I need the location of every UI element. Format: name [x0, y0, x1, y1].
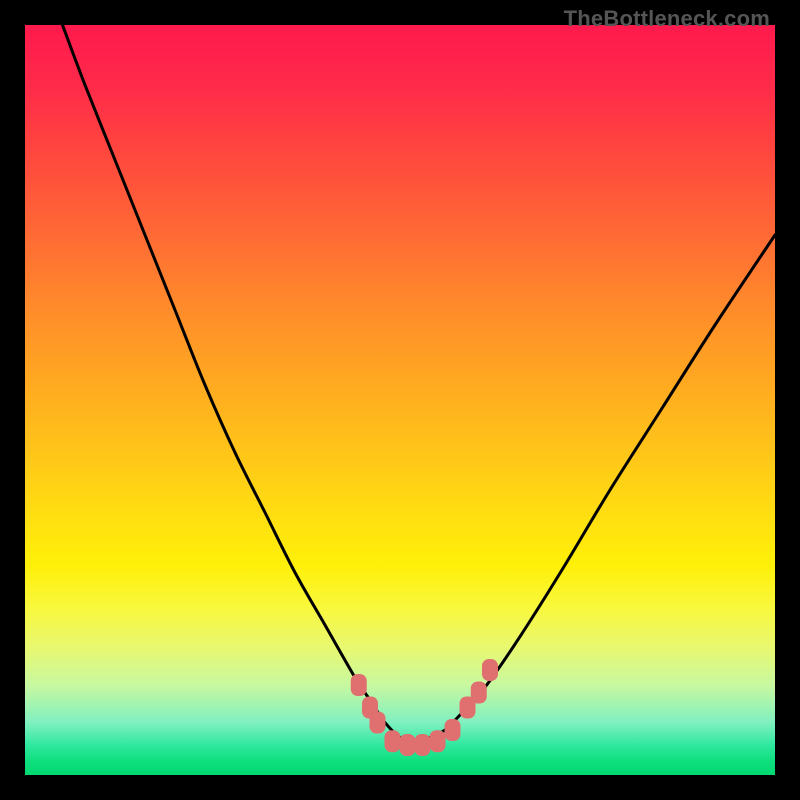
marker-dot — [370, 712, 386, 734]
plot-area — [25, 25, 775, 775]
marker-dot — [400, 734, 416, 756]
curve-group — [63, 25, 776, 745]
marker-dot — [385, 730, 401, 752]
curve-left-curve — [63, 25, 416, 745]
marker-dot — [482, 659, 498, 681]
marker-dot — [351, 674, 367, 696]
chart-svg — [25, 25, 775, 775]
chart-container: TheBottleneck.com — [0, 0, 800, 800]
marker-dot — [415, 734, 431, 756]
marker-dot — [445, 719, 461, 741]
attribution-label: TheBottleneck.com — [564, 6, 770, 32]
marker-dot — [430, 730, 446, 752]
curve-right-curve — [415, 235, 775, 745]
marker-dot — [471, 682, 487, 704]
marker-group — [351, 659, 498, 756]
